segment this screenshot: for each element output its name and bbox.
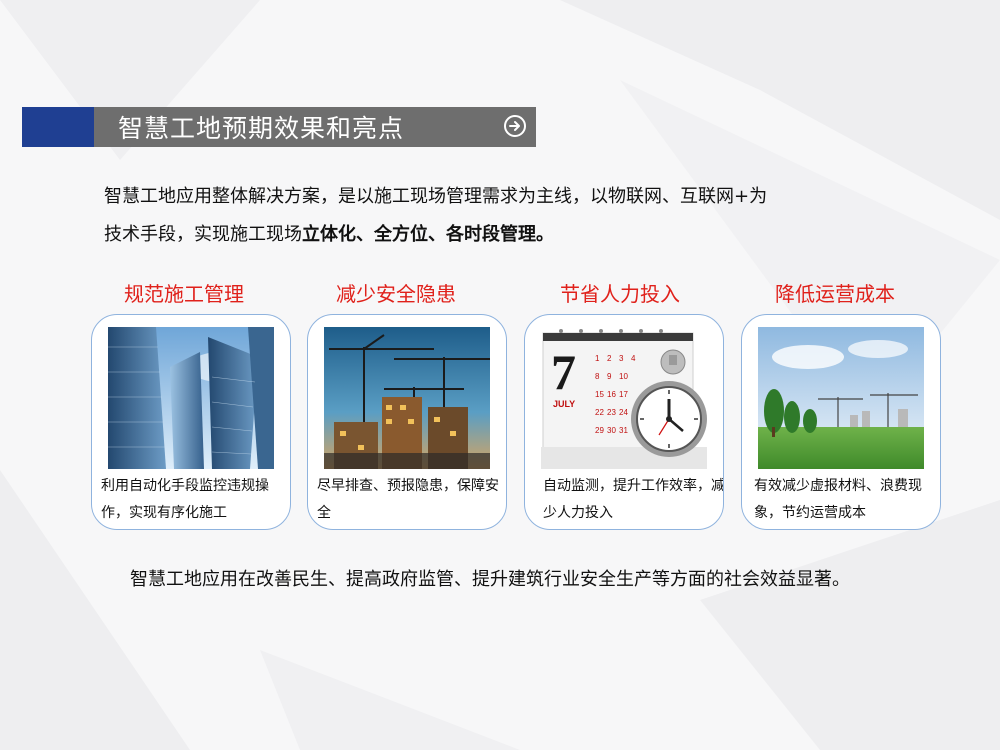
intro-line-2-bold: 立体化、全方位、各时段管理。 bbox=[302, 224, 554, 245]
feature-card-safety: 尽早排查、预报隐患，保障安全 bbox=[307, 314, 507, 530]
calendar-clock-image: 7 JULY 1234 8 9 10 15 16 17 22 23 24 29 30 31 bbox=[541, 327, 707, 469]
header-bar: 智慧工地预期效果和亮点 bbox=[94, 107, 536, 147]
feature-caption-cost: 有效减少虚报材料、浪费现象，节约运营成本 bbox=[754, 478, 922, 521]
svg-text:9: 9 bbox=[607, 372, 612, 381]
section-header: 智慧工地预期效果和亮点 bbox=[22, 107, 536, 147]
feature-caption-standardize: 利用自动化手段监控违规操作，实现有序化施工 bbox=[101, 478, 269, 521]
closing-paragraph: 智慧工地应用在改善民生、提高政府监管、提升建筑行业安全生产等方面的社会效益显著。 bbox=[130, 569, 850, 590]
feature-caption-manpower: 自动监测，提升工作效率，减少人力投入 bbox=[543, 478, 724, 521]
intro-line-1: 智慧工地应用整体解决方案，是以施工现场管理需求为主线，以物联网、互联网+为 bbox=[104, 186, 768, 207]
feature-heading-standardize: 规范施工管理 bbox=[124, 282, 244, 306]
skyscrapers-image bbox=[108, 327, 274, 469]
arrow-right-circle-icon[interactable] bbox=[504, 115, 526, 137]
feature-caption-safety: 尽早排查、预报隐患，保障安全 bbox=[317, 478, 499, 521]
svg-text:31: 31 bbox=[619, 426, 628, 435]
svg-text:23: 23 bbox=[607, 408, 616, 417]
svg-text:30: 30 bbox=[607, 426, 616, 435]
header-accent-block bbox=[22, 107, 94, 147]
svg-text:3: 3 bbox=[619, 354, 624, 363]
svg-text:17: 17 bbox=[619, 390, 628, 399]
intro-line-2: 技术手段，实现施工现场立体化、全方位、各时段管理。 bbox=[104, 216, 904, 254]
feature-card-manpower: 7 JULY 1234 8 9 10 15 16 17 22 23 24 29 30 31 自动… bbox=[524, 314, 724, 530]
feature-heading-safety: 减少安全隐患 bbox=[336, 282, 456, 306]
svg-text:2: 2 bbox=[607, 354, 612, 363]
calendar-day-number: 7 bbox=[551, 344, 576, 400]
feature-card-standardize: 利用自动化手段监控违规操作，实现有序化施工 bbox=[91, 314, 291, 530]
svg-text:8: 8 bbox=[595, 372, 600, 381]
svg-text:22: 22 bbox=[595, 408, 604, 417]
svg-text:16: 16 bbox=[607, 390, 616, 399]
svg-text:10: 10 bbox=[619, 372, 628, 381]
svg-text:1: 1 bbox=[595, 354, 600, 363]
svg-text:15: 15 bbox=[595, 390, 604, 399]
svg-text:24: 24 bbox=[619, 408, 628, 417]
intro-line-2-text: 技术手段，实现施工现场 bbox=[104, 224, 302, 245]
section-title: 智慧工地预期效果和亮点 bbox=[118, 114, 405, 143]
calendar-month-label: JULY bbox=[553, 399, 575, 409]
intro-paragraph: 智慧工地应用整体解决方案，是以施工现场管理需求为主线，以物联网、互联网+为 技术… bbox=[104, 178, 904, 254]
feature-heading-cost: 降低运营成本 bbox=[775, 282, 895, 306]
feature-heading-manpower: 节省人力投入 bbox=[560, 282, 680, 306]
green-construction-site-image bbox=[758, 327, 924, 469]
feature-card-cost: 有效减少虚报材料、浪费现象，节约运营成本 bbox=[741, 314, 941, 530]
construction-cranes-image bbox=[324, 327, 490, 469]
svg-text:4: 4 bbox=[631, 354, 636, 363]
svg-text:29: 29 bbox=[595, 426, 604, 435]
